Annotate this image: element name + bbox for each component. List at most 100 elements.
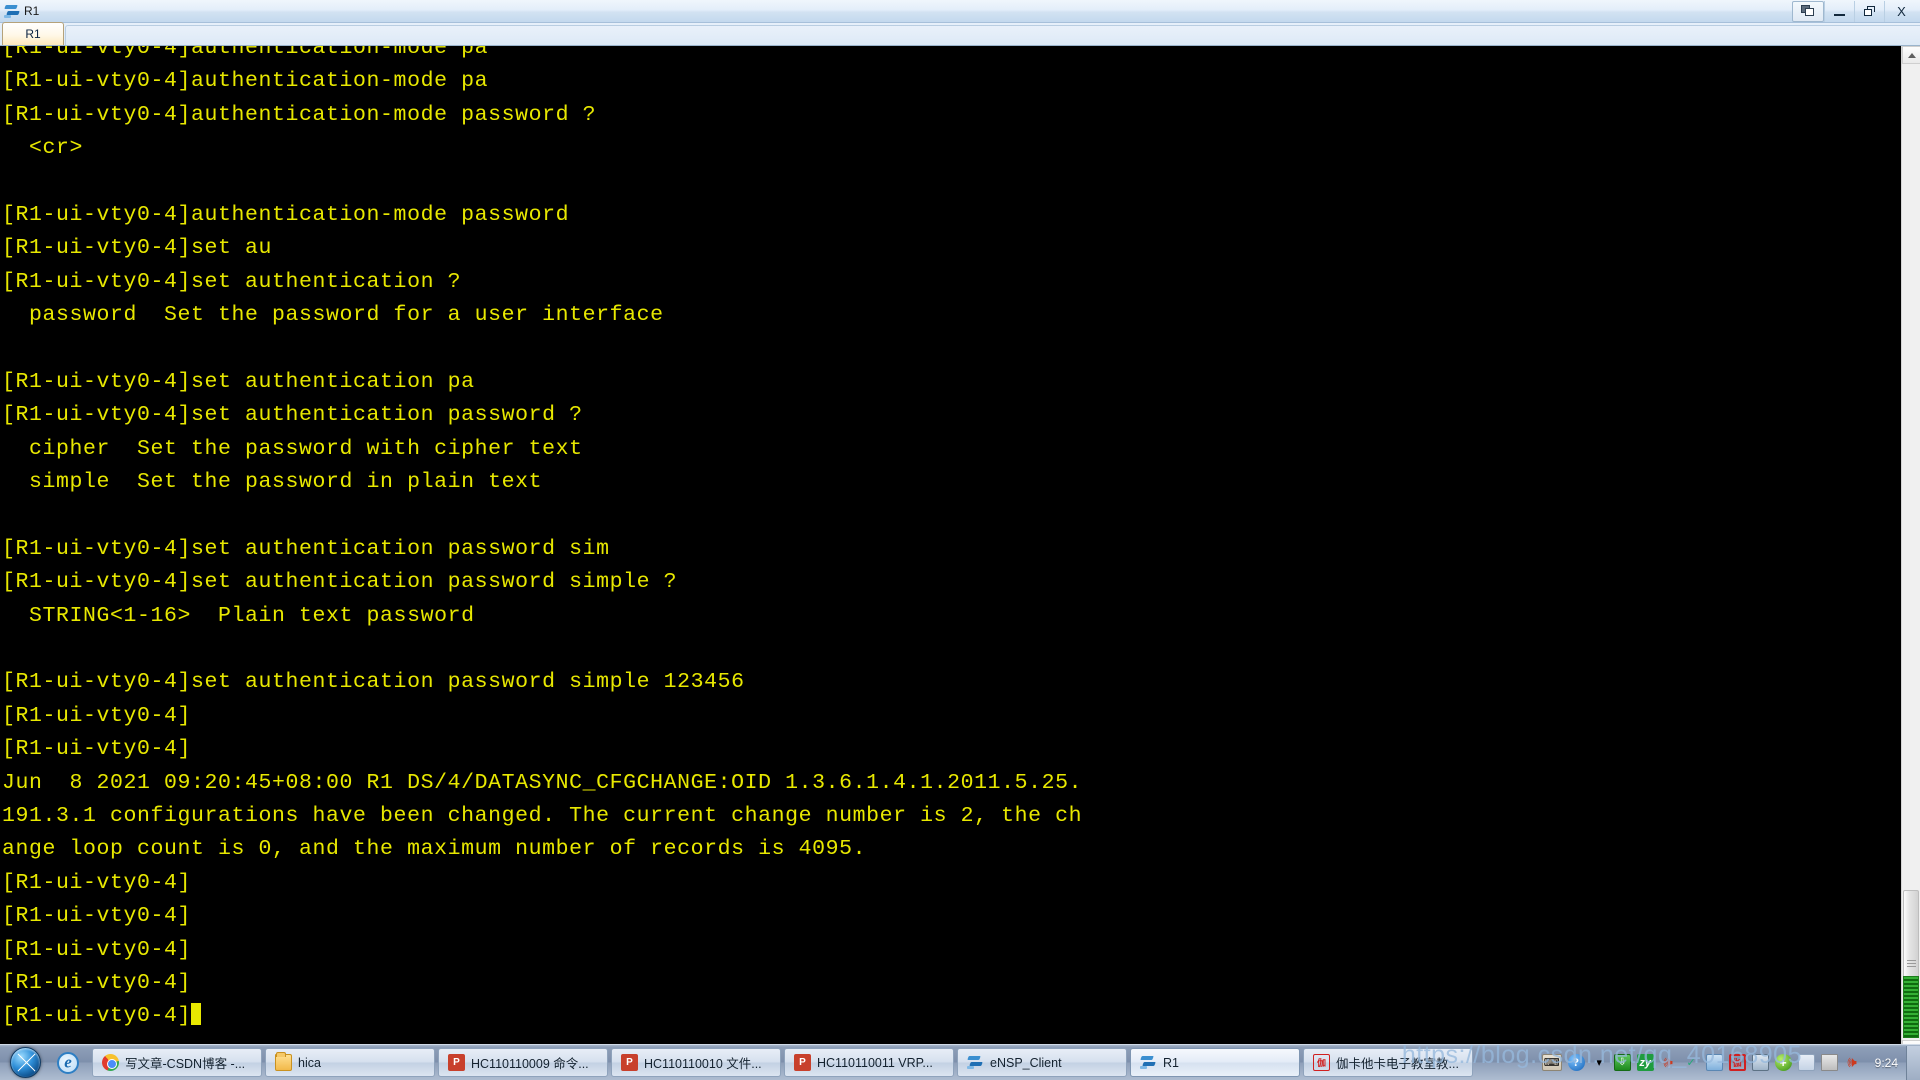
window-title: R1	[24, 4, 40, 18]
close-icon: X	[1897, 3, 1906, 19]
start-button[interactable]	[2, 1046, 48, 1080]
terminal-line: STRING<1-16> Plain text password	[2, 603, 475, 628]
monitor-icon[interactable]	[1751, 1054, 1769, 1071]
terminal-console[interactable]: [R1-ui-vty0-4]authentication-mode pa [R1-…	[0, 46, 1901, 1058]
keyboard-icon[interactable]: ⌨	[1541, 1054, 1562, 1071]
disk-icon[interactable]	[1820, 1054, 1838, 1071]
help-icon[interactable]: ?	[1567, 1054, 1585, 1071]
network-icon[interactable]	[1705, 1054, 1723, 1071]
window-titlebar: R1 X	[0, 0, 1920, 23]
scrollbar-activity-indicator	[1903, 976, 1919, 1038]
terminal-line: [R1-ui-vty0-4]authentication-mode pa	[2, 69, 489, 94]
restore-icon	[1864, 6, 1875, 16]
ppt-icon: P	[448, 1054, 465, 1071]
system-tray: ⌨? ▾ ⇩ zy 🕪 ✓ 伽 🕪	[1536, 1047, 1867, 1079]
taskbar-item-label: 伽卡他卡电子教室教...	[1336, 1057, 1459, 1071]
terminal-line: ange loop count is 0, and the maximum nu…	[2, 837, 867, 862]
terminal-line: [R1-ui-vty0-4]set au	[2, 236, 273, 261]
terminal-line: [R1-ui-vty0-4]	[2, 970, 192, 995]
terminal-line: [R1-ui-vty0-4]set authentication passwor…	[2, 403, 583, 428]
internet-explorer-icon	[57, 1051, 79, 1074]
cascade-icon	[1801, 5, 1815, 17]
taskbar-item[interactable]: eNSP_Client	[957, 1048, 1127, 1077]
terminal-line: [R1-ui-vty0-4]set authentication passwor…	[2, 570, 678, 595]
taskbar-item[interactable]: 伽伽卡他卡电子教室教...	[1303, 1048, 1473, 1077]
terminal-line: [R1-ui-vty0-4]	[2, 1000, 1082, 1033]
terminal-line: Jun 8 2021 09:20:45+08:00 R1 DS/4/DATASY…	[2, 770, 1083, 795]
terminal-line: [R1-ui-vty0-4]authentication-mode passwo…	[2, 202, 570, 227]
terminal-line: 191.3.1 configurations have been changed…	[2, 803, 1083, 828]
zy-icon[interactable]: zy	[1636, 1054, 1654, 1071]
taskbar-item[interactable]: P HC110110010 文件...	[611, 1048, 781, 1077]
terminal-line: <cr>	[2, 136, 84, 161]
terminal-line: [R1-ui-vty0-4]	[2, 904, 192, 929]
window-controls: X	[1792, 0, 1918, 22]
cascade-button[interactable]	[1792, 0, 1824, 22]
ensp-icon	[1140, 1054, 1157, 1071]
update-icon[interactable]	[1774, 1054, 1792, 1071]
taskbar-item-label: eNSP_Client	[990, 1055, 1062, 1070]
ppt-icon: P	[794, 1054, 811, 1071]
taskbar-item[interactable]: 写文章-CSDN博客 -...	[92, 1048, 262, 1077]
chrome-icon	[102, 1054, 119, 1071]
window-icon[interactable]	[1797, 1054, 1815, 1071]
taskbar-item[interactable]: hica	[265, 1048, 435, 1077]
ensp-router-icon	[4, 3, 21, 20]
taskbar-item-label: HC110110011 VRP...	[817, 1055, 933, 1070]
restore-button[interactable]	[1854, 0, 1884, 22]
terminal-line: simple Set the password in plain text	[2, 470, 543, 495]
terminal-line: [R1-ui-vty0-4]	[2, 703, 192, 728]
tray-expander-icon[interactable]: ▾	[1591, 1054, 1608, 1071]
taskbar-clock[interactable]: 9:24	[1867, 1056, 1906, 1070]
terminal-line: [R1-ui-vty0-4]set authentication passwor…	[2, 670, 745, 695]
usb-icon[interactable]: ⇩	[1613, 1054, 1631, 1071]
scroll-up-button[interactable]	[1902, 46, 1920, 64]
terminal-line: [R1-ui-vty0-4]set authentication ?	[2, 269, 462, 294]
taskbar-item-label: R1	[1163, 1055, 1179, 1070]
scrollbar-grip-icon	[1907, 960, 1916, 968]
terminal-cursor	[191, 1003, 202, 1026]
windows-taskbar: 写文章-CSDN博客 -... hica P HC110110009 命令... P HC…	[0, 1044, 1920, 1080]
ensp-icon	[967, 1054, 984, 1071]
taskbar-item[interactable]: P HC110110011 VRP...	[784, 1048, 954, 1077]
taskbar-item-label: 写文章-CSDN博客 -...	[125, 1057, 246, 1071]
red-sq-icon: 伽	[1313, 1054, 1330, 1071]
terminal-line: password Set the password for a user int…	[2, 303, 664, 328]
terminal-vertical-scrollbar[interactable]	[1901, 46, 1920, 1058]
minimize-button[interactable]	[1824, 0, 1854, 22]
quick-launch-internet-explorer[interactable]	[48, 1047, 88, 1079]
tab-label: R1	[25, 27, 41, 41]
terminal-line: [R1-ui-vty0-4]	[2, 737, 192, 762]
terminal-line: [R1-ui-vty0-4]set authentication passwor…	[2, 536, 610, 561]
taskbar-item-label: HC110110010 文件...	[644, 1057, 762, 1071]
terminal-line: [R1-ui-vty0-4]	[2, 937, 192, 962]
shield-ok-icon[interactable]: ✓	[1683, 1054, 1700, 1071]
tab-strip: R1	[0, 22, 1920, 46]
terminal-line: [R1-ui-vty0-4]set authentication pa	[2, 369, 475, 394]
volume-icon[interactable]: 🕪	[1844, 1054, 1861, 1071]
taskbar-item-label: hica	[298, 1055, 321, 1070]
show-desktop-button[interactable]	[1906, 1045, 1920, 1080]
tab-r1[interactable]: R1	[2, 22, 64, 45]
minimize-icon	[1834, 13, 1845, 16]
taskbar-item[interactable]: P HC110110009 命令...	[438, 1048, 608, 1077]
ppt-icon: P	[621, 1054, 638, 1071]
taskbar-item-label: HC110110009 命令...	[471, 1057, 589, 1071]
terminal-line: [R1-ui-vty0-4]authentication-mode passwo…	[2, 102, 597, 127]
speaker-icon[interactable]: 🕪	[1660, 1054, 1677, 1071]
taskbar-items: 写文章-CSDN博客 -... hica P HC110110009 命令... P HC…	[92, 1047, 1536, 1079]
windows-logo-icon	[9, 1047, 41, 1078]
terminal-line: cipher Set the password with cipher text	[2, 436, 583, 461]
taskbar-item[interactable]: R1	[1130, 1048, 1300, 1077]
terminal-line: [R1-ui-vty0-4]	[2, 870, 192, 895]
terminal-line: [R1-ui-vty0-4]authentication-mode pa	[2, 46, 489, 60]
terminal-output: [R1-ui-vty0-4]authentication-mode pa [R1-…	[2, 46, 1082, 1034]
close-button[interactable]: X	[1884, 0, 1918, 22]
antivirus-icon[interactable]: 伽	[1728, 1054, 1746, 1071]
folder-icon	[275, 1052, 292, 1071]
chevron-up-icon	[1907, 52, 1916, 58]
